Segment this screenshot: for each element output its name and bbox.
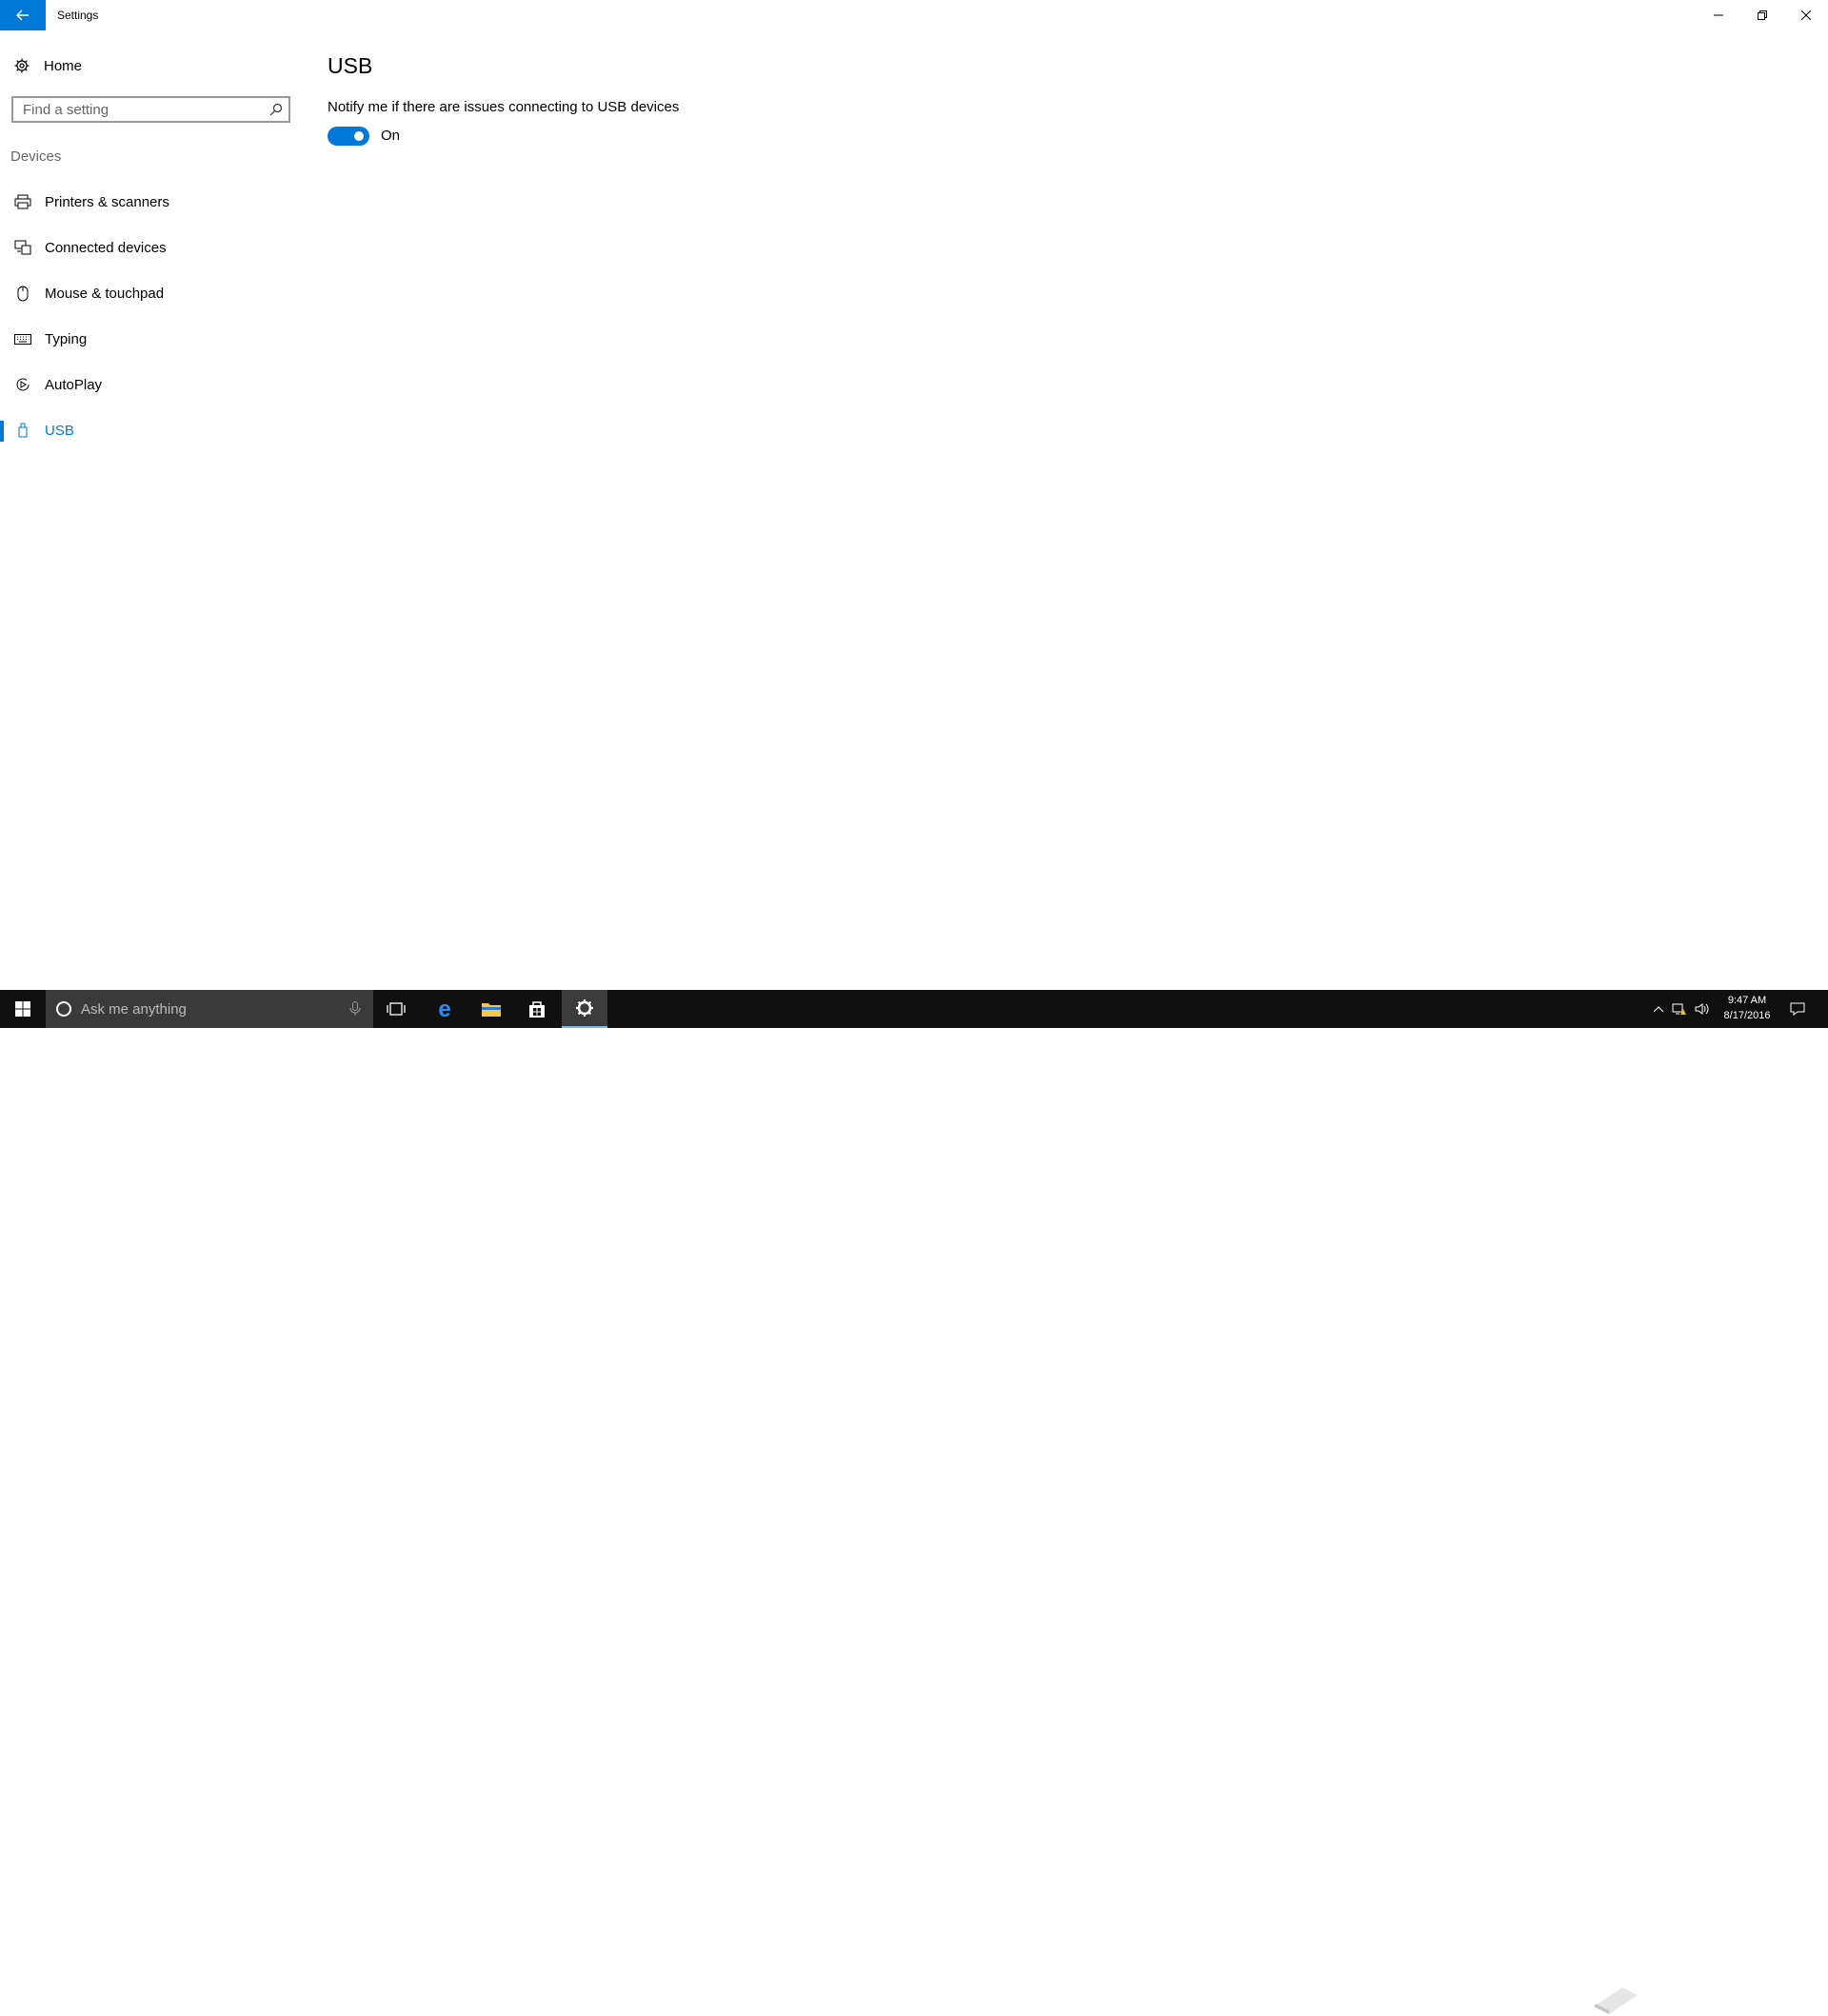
find-setting-box[interactable] [11, 96, 290, 123]
store-button[interactable] [514, 990, 560, 1028]
edge-button[interactable]: e [422, 990, 467, 1028]
back-button[interactable] [0, 0, 46, 30]
cortana-placeholder: Ask me anything [81, 1000, 187, 1018]
watermark-text: TheCollectionBook [1647, 1982, 1790, 2002]
title-bar: Settings [0, 0, 1828, 30]
minimize-icon [1714, 14, 1723, 16]
sidebar-item-label: Typing [45, 330, 88, 347]
restore-icon [1758, 10, 1767, 20]
close-button[interactable] [1784, 0, 1828, 30]
network-tray-button[interactable] [1672, 1001, 1687, 1017]
home-label: Home [44, 57, 83, 74]
sidebar-item-label: Printers & scanners [45, 193, 169, 210]
chevron-up-icon [1654, 1006, 1663, 1012]
action-center-button[interactable] [1790, 1001, 1805, 1017]
clock-time: 9:47 AM [1727, 995, 1767, 1006]
volume-tray-button[interactable] [1695, 1001, 1710, 1017]
sidebar-item-connected-devices[interactable]: Connected devices [0, 230, 305, 265]
usb-notify-toggle[interactable] [328, 127, 369, 146]
sidebar-item-label: Connected devices [45, 239, 167, 256]
autoplay-icon [14, 376, 31, 393]
clock-date: 8/17/2016 [1723, 1010, 1771, 1021]
watermark-book-icon [1594, 1987, 1638, 2014]
keyboard-icon [14, 330, 31, 347]
sidebar-item-typing[interactable]: Typing [0, 322, 305, 356]
sidebar-item-usb[interactable]: USB [0, 413, 305, 447]
gear-icon [13, 57, 30, 74]
start-button[interactable] [0, 990, 46, 1028]
file-explorer-icon [482, 1003, 501, 1017]
connected-devices-icon [14, 239, 31, 256]
svg-text:e: e [438, 998, 450, 1019]
windows-logo-icon [15, 1001, 30, 1017]
sidebar-home[interactable]: Home [13, 55, 82, 76]
restore-button[interactable] [1740, 0, 1784, 30]
network-warning-icon [1672, 1003, 1686, 1015]
cortana-search-box[interactable]: Ask me anything [46, 990, 373, 1028]
task-view-button[interactable] [373, 990, 419, 1028]
minimize-button[interactable] [1697, 0, 1740, 30]
speaker-icon [1695, 1003, 1709, 1015]
task-view-icon [387, 1002, 406, 1016]
cortana-icon [56, 1001, 71, 1017]
sidebar-item-mouse-touchpad[interactable]: Mouse & touchpad [0, 276, 305, 310]
printer-icon [14, 193, 31, 210]
search-icon[interactable] [269, 103, 283, 116]
sidebar-section-label: Devices [10, 148, 62, 165]
mouse-icon [14, 285, 31, 302]
file-explorer-button[interactable] [468, 990, 514, 1028]
store-icon [529, 1001, 545, 1018]
sidebar-item-label: Mouse & touchpad [45, 285, 165, 302]
settings-taskbar-button[interactable] [562, 990, 607, 1028]
page-title: USB [328, 53, 373, 78]
sidebar-item-printers-scanners[interactable]: Printers & scanners [0, 185, 305, 219]
arrow-left-icon [16, 10, 29, 21]
active-indicator [0, 421, 4, 442]
sidebar-item-autoplay[interactable]: AutoPlay [0, 367, 305, 402]
taskbar: Ask me anything e TheCollectionBook 9:47… [0, 990, 1828, 2014]
clock[interactable]: 9:47 AM 8/17/2016 [1709, 993, 1785, 1023]
action-center-icon [1790, 1002, 1805, 1016]
edge-icon: e [438, 998, 450, 1019]
usb-notify-description: Notify me if there are issues connecting… [328, 99, 680, 115]
toggle-state-label: On [381, 128, 401, 144]
find-setting-input[interactable] [13, 97, 263, 122]
window-title: Settings [57, 9, 99, 22]
usb-icon [14, 422, 31, 439]
close-icon [1801, 10, 1811, 20]
tray-overflow-button[interactable] [1651, 1001, 1666, 1017]
sidebar-item-label: USB [45, 422, 74, 439]
toggle-knob [354, 131, 364, 141]
settings-icon [576, 999, 593, 1017]
microphone-icon[interactable] [348, 1001, 362, 1017]
sidebar-item-label: AutoPlay [45, 376, 103, 393]
